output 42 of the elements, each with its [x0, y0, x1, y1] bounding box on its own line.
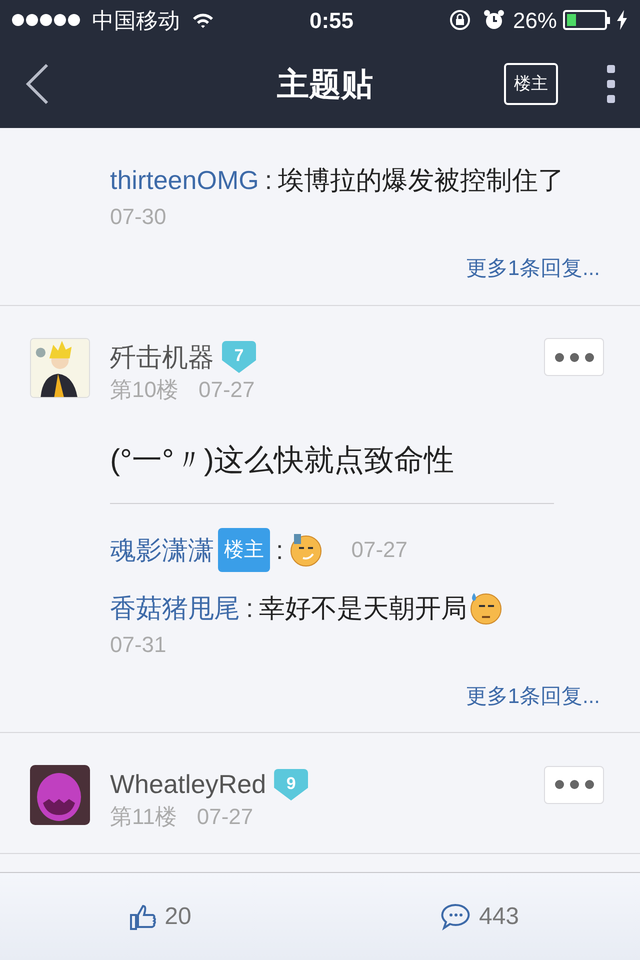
- smirk-emoticon-icon: [289, 532, 324, 566]
- like-button[interactable]: 20: [0, 898, 320, 934]
- post-text: (°一°〃)这么快就点致命性: [110, 438, 554, 504]
- colon: :: [264, 164, 272, 197]
- author-name[interactable]: WheatleyRed: [110, 765, 266, 804]
- more-replies-link[interactable]: 更多1条回复...: [466, 680, 600, 712]
- comment-icon: [440, 902, 471, 930]
- author-name[interactable]: 歼击机器: [110, 338, 214, 376]
- reply-date: 07-30: [110, 203, 166, 231]
- thumbs-up-icon: [128, 902, 157, 930]
- more-replies-link[interactable]: 更多1条回复...: [466, 253, 600, 284]
- colon: :: [276, 534, 284, 566]
- page-title: 主题贴: [277, 65, 373, 104]
- reply-author[interactable]: 魂影潇潇: [110, 530, 214, 570]
- post-date: 07-27: [198, 376, 255, 404]
- alarm-icon: [482, 9, 505, 31]
- post-date: 07-27: [196, 803, 254, 831]
- reply-text: 幸好不是天朝开局: [259, 592, 468, 624]
- battery-percent: 26%: [512, 6, 557, 34]
- floor-number: 第10楼: [110, 376, 178, 404]
- floor-number: 第11楼: [110, 803, 177, 831]
- reply-author[interactable]: 香菇猪甩尾: [110, 588, 240, 628]
- reply-text: 埃博拉的爆发被控制住了: [278, 164, 564, 197]
- clock: 0:55: [309, 6, 354, 34]
- reply-date: 07-27: [351, 536, 408, 564]
- level-badge: 9: [274, 768, 308, 800]
- level-badge: 7: [222, 341, 256, 373]
- wifi-icon: [192, 12, 214, 28]
- back-icon[interactable]: [24, 63, 50, 105]
- colon: :: [246, 592, 254, 624]
- reply-author[interactable]: thirteenOMG: [110, 160, 259, 200]
- charging-icon: [616, 10, 628, 30]
- op-tag: 楼主: [218, 528, 270, 572]
- battery-icon: [563, 10, 610, 30]
- more-options-button[interactable]: [544, 338, 604, 376]
- more-options-button[interactable]: [544, 766, 604, 804]
- more-icon[interactable]: [606, 64, 616, 104]
- rotation-lock-icon: [448, 9, 471, 31]
- reply-date: 07-31: [110, 630, 166, 658]
- op-only-button[interactable]: 楼主: [504, 63, 558, 105]
- comments-button[interactable]: 443: [320, 898, 640, 934]
- carrier: 中国移动: [92, 6, 180, 34]
